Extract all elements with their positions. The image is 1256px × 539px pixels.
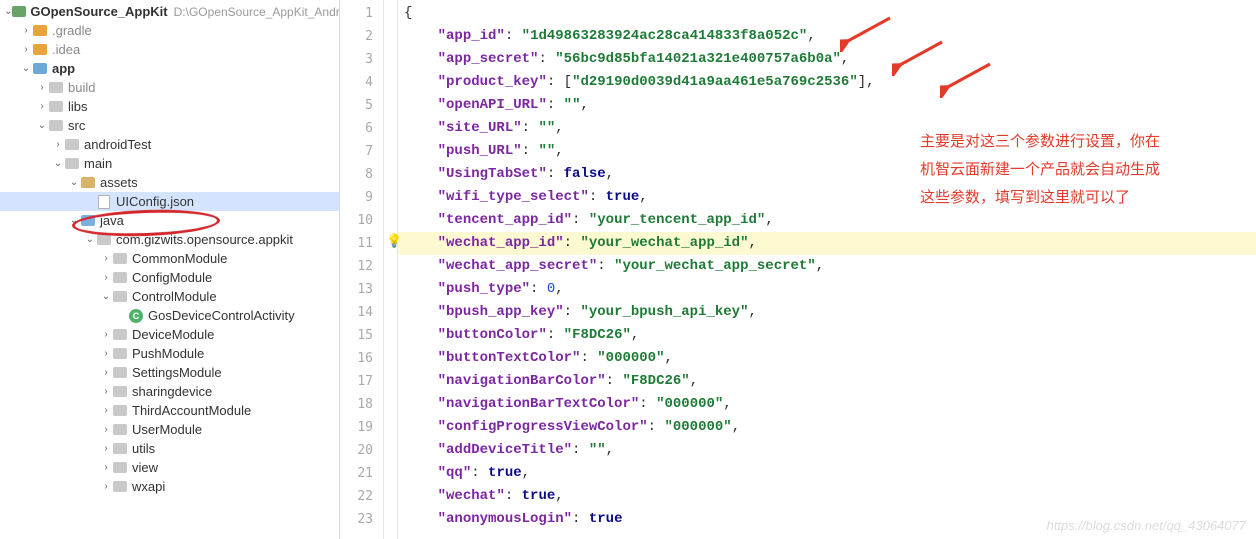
- chevron-down-icon[interactable]: ⌄: [84, 234, 96, 245]
- folder-icon: [48, 118, 64, 134]
- tree-item-gradle[interactable]: ›.gradle: [0, 21, 339, 40]
- package-icon: [112, 365, 128, 381]
- tree-item-androidtest[interactable]: ›androidTest: [0, 135, 339, 154]
- tree-item-user[interactable]: ›UserModule: [0, 420, 339, 439]
- chevron-right-icon[interactable]: ›: [20, 25, 32, 36]
- chevron-down-icon[interactable]: ⌄: [100, 291, 112, 302]
- chevron-right-icon[interactable]: ›: [100, 481, 112, 492]
- package-icon: [112, 403, 128, 419]
- tree-item-control[interactable]: ⌄ControlModule: [0, 287, 339, 306]
- folder-icon: [80, 213, 96, 229]
- project-icon: [12, 4, 26, 20]
- json-file-icon: [96, 194, 112, 210]
- package-icon: [112, 422, 128, 438]
- line-number-gutter: 1234567891011121314151617181920212223: [340, 0, 384, 539]
- tree-item-push[interactable]: ›PushModule: [0, 344, 339, 363]
- tree-item-build[interactable]: ›build: [0, 78, 339, 97]
- tree-item-src[interactable]: ⌄src: [0, 116, 339, 135]
- chevron-right-icon[interactable]: ›: [100, 272, 112, 283]
- folder-icon: [64, 156, 80, 172]
- project-tree[interactable]: ⌄ GOpenSource_AppKit D:\GOpenSource_AppK…: [0, 0, 340, 539]
- chevron-down-icon[interactable]: ⌄: [20, 63, 32, 74]
- chevron-right-icon[interactable]: ›: [100, 329, 112, 340]
- tree-item-uiconfig[interactable]: ·UIConfig.json: [0, 192, 339, 211]
- chevron-right-icon[interactable]: ›: [36, 82, 48, 93]
- tree-item-device[interactable]: ›DeviceModule: [0, 325, 339, 344]
- chevron-right-icon[interactable]: ›: [100, 348, 112, 359]
- tree-item-sharing[interactable]: ›sharingdevice: [0, 382, 339, 401]
- chevron-down-icon[interactable]: ⌄: [68, 177, 80, 188]
- module-icon: [32, 61, 48, 77]
- tree-item-gosdevice[interactable]: ·CGosDeviceControlActivity: [0, 306, 339, 325]
- class-icon: C: [128, 308, 144, 324]
- tree-item-settings[interactable]: ›SettingsModule: [0, 363, 339, 382]
- chevron-right-icon[interactable]: ›: [52, 139, 64, 150]
- fold-column[interactable]: [384, 0, 398, 539]
- chevron-right-icon[interactable]: ›: [100, 424, 112, 435]
- folder-icon: [64, 137, 80, 153]
- chevron-right-icon[interactable]: ›: [20, 44, 32, 55]
- tree-item-config[interactable]: ›ConfigModule: [0, 268, 339, 287]
- tree-item-idea[interactable]: ›.idea: [0, 40, 339, 59]
- code-content[interactable]: 💡 { "app_id": "1d49863283924ac28ca414833…: [398, 0, 1256, 539]
- package-icon: [112, 327, 128, 343]
- chevron-right-icon[interactable]: ›: [100, 443, 112, 454]
- chevron-right-icon[interactable]: ›: [100, 405, 112, 416]
- chevron-down-icon[interactable]: ⌄: [68, 215, 80, 226]
- package-icon: [96, 232, 112, 248]
- package-icon: [112, 289, 128, 305]
- tree-item-view[interactable]: ›view: [0, 458, 339, 477]
- chevron-right-icon[interactable]: ›: [100, 367, 112, 378]
- package-icon: [112, 346, 128, 362]
- folder-icon: [80, 175, 96, 191]
- tree-item-wxapi[interactable]: ›wxapi: [0, 477, 339, 496]
- tree-root[interactable]: ⌄ GOpenSource_AppKit D:\GOpenSource_AppK…: [0, 2, 339, 21]
- root-label: GOpenSource_AppKit: [30, 4, 167, 19]
- tree-item-java[interactable]: ⌄java: [0, 211, 339, 230]
- chevron-down-icon[interactable]: ⌄: [36, 120, 48, 131]
- code-editor[interactable]: 1234567891011121314151617181920212223 💡 …: [340, 0, 1256, 539]
- tree-item-main[interactable]: ⌄main: [0, 154, 339, 173]
- tree-item-common[interactable]: ›CommonModule: [0, 249, 339, 268]
- package-icon: [112, 460, 128, 476]
- package-icon: [112, 441, 128, 457]
- chevron-down-icon[interactable]: ⌄: [4, 6, 12, 17]
- package-icon: [112, 270, 128, 286]
- folder-icon: [32, 42, 48, 58]
- folder-icon: [48, 80, 64, 96]
- root-path: D:\GOpenSource_AppKit_Andr...: [174, 5, 340, 19]
- tree-item-package[interactable]: ⌄com.gizwits.opensource.appkit: [0, 230, 339, 249]
- chevron-right-icon[interactable]: ›: [100, 462, 112, 473]
- lightbulb-icon[interactable]: 💡: [386, 234, 402, 249]
- chevron-right-icon[interactable]: ›: [36, 101, 48, 112]
- package-icon: [112, 251, 128, 267]
- tree-item-third[interactable]: ›ThirdAccountModule: [0, 401, 339, 420]
- tree-item-assets[interactable]: ⌄assets: [0, 173, 339, 192]
- tree-item-libs[interactable]: ›libs: [0, 97, 339, 116]
- chevron-right-icon[interactable]: ›: [100, 386, 112, 397]
- watermark: https://blog.csdn.net/qq_43064077: [1047, 518, 1247, 533]
- tree-item-utils[interactable]: ›utils: [0, 439, 339, 458]
- chevron-right-icon[interactable]: ›: [100, 253, 112, 264]
- tree-item-app[interactable]: ⌄app: [0, 59, 339, 78]
- package-icon: [112, 479, 128, 495]
- package-icon: [112, 384, 128, 400]
- chevron-down-icon[interactable]: ⌄: [52, 158, 64, 169]
- folder-icon: [32, 23, 48, 39]
- folder-icon: [48, 99, 64, 115]
